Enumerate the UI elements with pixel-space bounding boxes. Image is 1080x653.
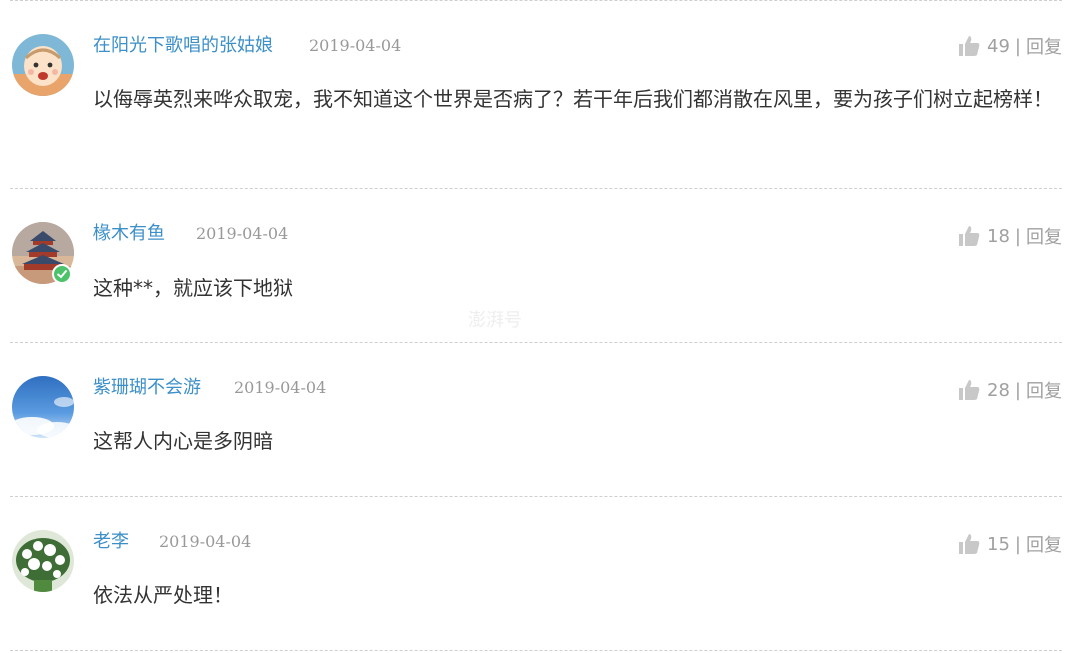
thumbs-up-icon[interactable] [957,532,981,556]
separator: | [1014,225,1021,247]
like-count: 15 [987,533,1010,555]
comment-text: 依法从严处理！ [93,583,233,607]
divider [10,342,1062,343]
like-count: 49 [987,35,1010,57]
comment-actions: 18 | 回复 [957,223,1062,249]
avatar[interactable] [12,376,74,438]
avatar[interactable] [12,530,74,592]
divider [10,496,1062,497]
comment-date: 2019-04-04 [196,224,289,243]
username[interactable]: 紫珊瑚不会游 [93,376,201,400]
username[interactable]: 椽木有鱼 [93,222,165,246]
comment-text: 这种**，就应该下地狱 [93,276,293,300]
separator: | [1014,379,1021,401]
username[interactable]: 在阳光下歌唱的张姑娘 [93,34,273,58]
reply-button[interactable]: 回复 [1026,377,1062,403]
divider [10,0,1062,1]
thumbs-up-icon[interactable] [957,224,981,248]
thumbs-up-icon[interactable] [957,34,981,58]
username[interactable]: 老李 [93,530,129,554]
comment-date: 2019-04-04 [234,378,327,397]
cartoon-baby-avatar-icon [12,34,74,96]
comment-actions: 49 | 回复 [957,33,1062,59]
comment-actions: 15 | 回复 [957,531,1062,557]
avatar[interactable] [12,34,74,96]
divider [10,188,1062,189]
comment-text: 以侮辱英烈来哗众取宠，我不知道这个世界是否病了？若干年后我们都消散在风里，要为孩… [93,87,1053,111]
white-flower-tree-avatar-icon [12,530,74,592]
separator: | [1014,35,1021,57]
comment-date: 2019-04-04 [309,36,402,55]
separator: | [1014,533,1021,555]
reply-button[interactable]: 回复 [1026,223,1062,249]
reply-button[interactable]: 回复 [1026,531,1062,557]
divider [10,650,1062,651]
like-count: 28 [987,379,1010,401]
comment-date: 2019-04-04 [159,532,252,551]
blue-sky-avatar-icon [12,376,74,438]
comment-actions: 28 | 回复 [957,377,1062,403]
verified-badge-icon [52,264,72,284]
like-count: 18 [987,225,1010,247]
comment-text: 这帮人内心是多阴暗 [93,429,273,453]
watermark: 澎湃号 [468,310,522,331]
reply-button[interactable]: 回复 [1026,33,1062,59]
thumbs-up-icon[interactable] [957,378,981,402]
comment-list: 在阳光下歌唱的张姑娘 2019-04-04 49 | 回复 以侮辱英烈来哗众取宠… [0,0,1080,653]
